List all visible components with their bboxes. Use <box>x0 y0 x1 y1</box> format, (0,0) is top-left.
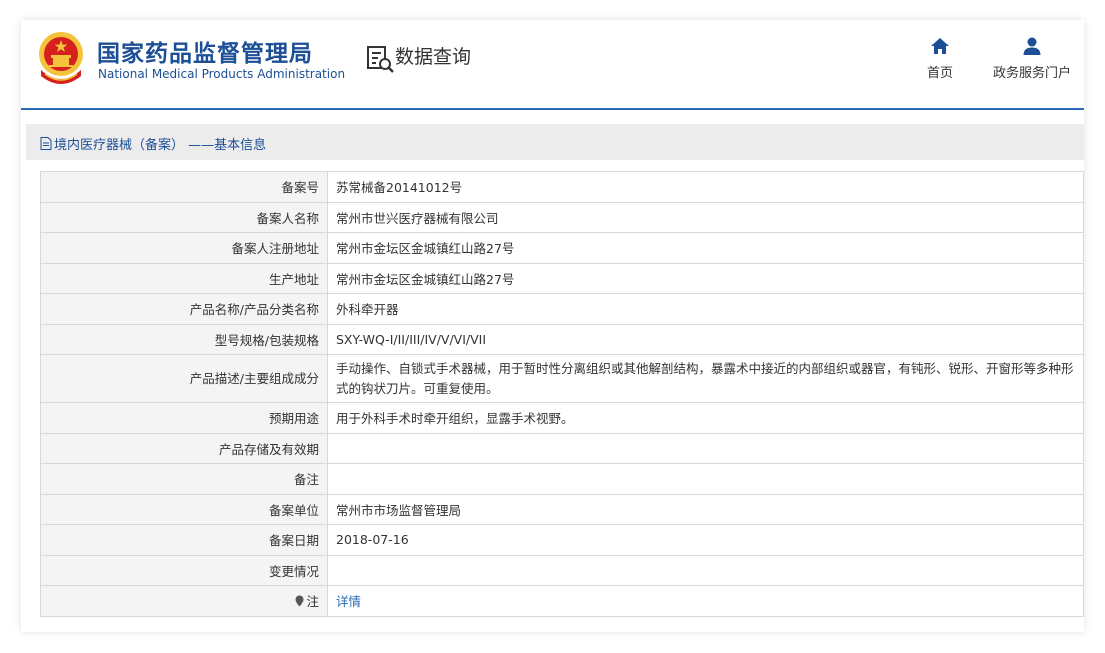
field-label: 生产地址 <box>40 262 328 294</box>
field-label: 变更情况 <box>40 554 328 586</box>
brand-title-en: National Medical Products Administration <box>98 67 346 81</box>
document-icon <box>40 137 52 150</box>
field-label: 型号规格/包装规格 <box>40 323 328 355</box>
table-row: 型号规格/包装规格 SXY-WQ-I/II/III/IV/V/VI/VII <box>40 323 1084 355</box>
note-value-cell: 详情 <box>327 585 1084 617</box>
field-value: 用于外科手术时牵开组织，显露手术视野。 <box>327 402 1084 434</box>
field-value <box>327 432 1084 464</box>
field-value: 常州市世兴医疗器械有限公司 <box>327 201 1084 233</box>
note-label: 注 <box>306 594 319 610</box>
table-row: 变更情况 <box>40 554 1084 586</box>
breadcrumb: 境内医疗器械（备案） ——基本信息 <box>40 134 266 153</box>
nav-portal-label: 政务服务门户 <box>992 66 1071 81</box>
detail-link[interactable]: 详情 <box>336 594 361 609</box>
field-label: 备案日期 <box>40 524 328 556</box>
record-info-table: 备案号 苏常械备20141012号 备案人名称 常州市世兴医疗器械有限公司 备案人注册地… <box>40 171 1084 617</box>
nav-home[interactable]: 首页 <box>915 36 965 81</box>
field-value: 2018-07-16 <box>327 524 1084 556</box>
table-row: 备案单位 常州市市场监督管理局 <box>40 493 1084 525</box>
table-row: 产品名称/产品分类名称 外科牵开器 <box>40 293 1084 325</box>
table-row: 产品描述/主要组成成分 手动操作、自锁式手术器械，用于暂时性分离组织或其他解剖结构… <box>40 354 1084 403</box>
table-row: 产品存储及有效期 <box>40 432 1084 464</box>
field-label: 产品描述/主要组成成分 <box>40 354 328 403</box>
module-title: 数据查询 <box>395 46 472 68</box>
table-row: 备注 <box>40 463 1084 495</box>
field-value: 常州市金坛区金城镇红山路27号 <box>327 262 1084 294</box>
site-header: 国家药品监督管理局 National Medical Products Admi… <box>21 20 1084 110</box>
field-value <box>327 463 1084 495</box>
pin-icon <box>295 595 304 607</box>
national-emblem-icon <box>39 32 83 84</box>
table-row: 备案人注册地址 常州市金坛区金城镇红山路27号 <box>40 232 1084 264</box>
table-row-note: 注 详情 <box>40 585 1084 617</box>
field-label: 备注 <box>40 463 328 495</box>
field-value: 常州市市场监督管理局 <box>327 493 1084 525</box>
note-label-cell: 注 <box>40 585 328 617</box>
table-row: 预期用途 用于外科手术时牵开组织，显露手术视野。 <box>40 402 1084 434</box>
home-icon <box>931 38 949 54</box>
field-label: 预期用途 <box>40 402 328 434</box>
table-row: 生产地址 常州市金坛区金城镇红山路27号 <box>40 262 1084 294</box>
field-label: 备案人注册地址 <box>40 232 328 264</box>
table-row: 备案日期 2018-07-16 <box>40 524 1084 556</box>
field-value: 外科牵开器 <box>327 293 1084 325</box>
field-value: 常州市金坛区金城镇红山路27号 <box>327 232 1084 264</box>
breadcrumb-text: 境内医疗器械（备案） ——基本信息 <box>54 138 267 153</box>
field-value: SXY-WQ-I/II/III/IV/V/VI/VII <box>327 323 1084 355</box>
table-row: 备案号 苏常械备20141012号 <box>40 171 1084 203</box>
user-icon <box>1023 37 1041 55</box>
field-value <box>327 554 1084 586</box>
field-label: 产品存储及有效期 <box>40 432 328 464</box>
nav-home-label: 首页 <box>926 66 953 81</box>
field-label: 备案号 <box>40 171 328 203</box>
field-label: 备案人名称 <box>40 201 328 233</box>
field-value: 手动操作、自锁式手术器械，用于暂时性分离组织或其他解剖结构，暴露术中接近的内部组… <box>327 354 1084 403</box>
field-value: 苏常械备20141012号 <box>327 171 1084 203</box>
nav-service-portal[interactable]: 政务服务门户 <box>987 36 1077 81</box>
breadcrumb-bar: 境内医疗器械（备案） ——基本信息 <box>26 124 1084 160</box>
data-query-icon <box>367 46 394 73</box>
brand-title-cn: 国家药品监督管理局 <box>97 41 313 67</box>
field-label: 产品名称/产品分类名称 <box>40 293 328 325</box>
table-row: 备案人名称 常州市世兴医疗器械有限公司 <box>40 201 1084 233</box>
field-label: 备案单位 <box>40 493 328 525</box>
